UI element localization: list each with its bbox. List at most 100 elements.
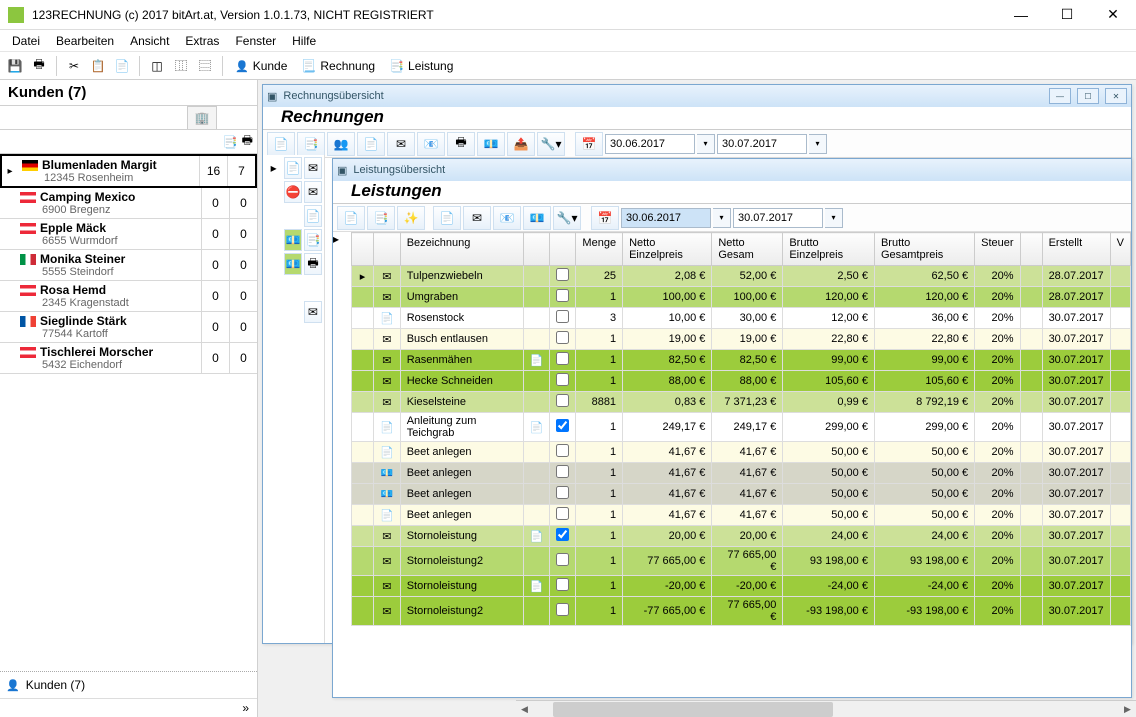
column-header[interactable] [523, 233, 550, 266]
column-header[interactable]: Brutto Einzelpreis [783, 233, 875, 266]
mdi-minimize[interactable]: — [1049, 88, 1071, 104]
customer-tool2-icon[interactable]: 🖶 [242, 131, 253, 152]
column-header[interactable]: Netto Einzelpreis [623, 233, 712, 266]
toolbar-kunde[interactable]: Kunde [229, 59, 293, 73]
table-row[interactable]: Hecke Schneiden188,00 €88,00 €105,60 €10… [352, 371, 1131, 392]
strip-btn[interactable]: ✉ [304, 157, 322, 179]
column-header[interactable]: V [1110, 233, 1130, 266]
row-checkbox[interactable] [556, 373, 569, 386]
tb-btn[interactable]: ✉ [463, 206, 491, 230]
strip-btn[interactable]: ✉ [304, 181, 322, 203]
pane-collapse[interactable]: » [0, 698, 257, 717]
invoice-date-to[interactable] [717, 134, 807, 154]
tb-calendar-icon[interactable]: 📅 [575, 132, 603, 156]
toolbar-rechnung[interactable]: 📃Rechnung [295, 59, 381, 73]
table-row[interactable]: Beet anlegen141,67 €41,67 €50,00 €50,00 … [352, 484, 1131, 505]
cut-icon[interactable]: ✂ [63, 55, 85, 77]
table-row[interactable]: Stornoleistung📄120,00 €20,00 €24,00 €24,… [352, 526, 1131, 547]
table-row[interactable]: Kieselsteine88810,83 €7 371,23 €0,99 €8 … [352, 392, 1131, 413]
column-header[interactable]: Bezeichnung [400, 233, 523, 266]
invoice-date-from[interactable] [605, 134, 695, 154]
date-picker-icon[interactable]: ▾ [697, 134, 715, 154]
customer-row[interactable]: Epple Mäck6655 Wurmdorf00 [0, 219, 257, 250]
column-header[interactable] [374, 233, 401, 266]
horizontal-scrollbar[interactable]: ◀▶ [516, 700, 1136, 717]
tb-wrench-icon[interactable]: 🔧▾ [553, 206, 581, 230]
tb-btn[interactable]: 📧 [417, 132, 445, 156]
print-icon[interactable]: 🖶 [28, 55, 50, 77]
table-row[interactable]: Stornoleistung2177 665,00 €77 665,00 €93… [352, 547, 1131, 576]
row-checkbox[interactable] [556, 352, 569, 365]
customer-row[interactable]: Rosa Hemd2345 Kragenstadt00 [0, 281, 257, 312]
tb-btn[interactable]: 📤 [507, 132, 535, 156]
customer-footer[interactable]: Kunden (7) [0, 671, 257, 698]
minimize-button[interactable]: — [998, 0, 1044, 30]
row-checkbox[interactable] [556, 603, 569, 616]
column-header[interactable]: Erstellt [1042, 233, 1110, 266]
customer-row[interactable]: Tischlerei Morscher5432 Eichendorf00 [0, 343, 257, 374]
service-date-to[interactable] [733, 208, 823, 228]
customer-row[interactable]: Camping Mexico6900 Bregenz00 [0, 188, 257, 219]
tb-btn[interactable]: 💶 [523, 206, 551, 230]
row-checkbox[interactable] [556, 465, 569, 478]
table-row[interactable]: Umgraben1100,00 €100,00 €120,00 €120,00 … [352, 287, 1131, 308]
table-row[interactable]: Beet anlegen141,67 €41,67 €50,00 €50,00 … [352, 505, 1131, 526]
strip-btn[interactable]: ✉ [304, 301, 322, 323]
strip-btn[interactable]: 🖶 [304, 253, 322, 275]
customer-tab[interactable]: 🏢 [187, 106, 217, 129]
column-header[interactable]: Steuer [975, 233, 1020, 266]
save-icon[interactable]: 💾 [4, 55, 26, 77]
close-button[interactable]: ✕ [1090, 0, 1136, 30]
maximize-button[interactable]: ☐ [1044, 0, 1090, 30]
menu-extras[interactable]: Extras [177, 32, 227, 50]
strip-btn[interactable]: 📄 [284, 157, 302, 179]
menu-hilfe[interactable]: Hilfe [284, 32, 324, 50]
table-row[interactable]: Rasenmähen📄182,50 €82,50 €99,00 €99,00 €… [352, 350, 1131, 371]
tb-btn[interactable]: 📑 [297, 132, 325, 156]
layout1-icon[interactable]: ◫ [146, 55, 168, 77]
table-row[interactable]: Beet anlegen141,67 €41,67 €50,00 €50,00 … [352, 463, 1131, 484]
copy-icon[interactable]: 📋 [87, 55, 109, 77]
paste-icon[interactable]: 📄 [111, 55, 133, 77]
row-checkbox[interactable] [556, 507, 569, 520]
delete-icon[interactable]: ⛔ [284, 181, 302, 203]
table-row[interactable]: Stornoleistung📄1-20,00 €-20,00 €-24,00 €… [352, 576, 1131, 597]
row-arrow[interactable]: ▸ [265, 157, 282, 179]
tb-btn[interactable]: 📧 [493, 206, 521, 230]
table-row[interactable]: Anleitung zum Teichgrab📄1249,17 €249,17 … [352, 413, 1131, 442]
menu-ansicht[interactable]: Ansicht [122, 32, 177, 50]
tb-wrench-icon[interactable]: 🔧▾ [537, 132, 565, 156]
layout2-icon[interactable]: ⿲ [170, 55, 192, 77]
row-checkbox[interactable] [556, 419, 569, 432]
customer-tool1-icon[interactable]: 📑 [223, 135, 238, 149]
column-header[interactable]: Menge [576, 233, 623, 266]
tb-wand-icon[interactable]: ✨ [397, 206, 425, 230]
service-date-from[interactable] [621, 208, 711, 228]
tb-btn[interactable]: ✉ [387, 132, 415, 156]
strip-btn[interactable]: 📄 [304, 205, 322, 227]
strip-btn[interactable]: 📑 [304, 229, 322, 251]
menu-fenster[interactable]: Fenster [227, 32, 284, 50]
date-picker-icon[interactable]: ▾ [713, 208, 731, 228]
row-checkbox[interactable] [556, 528, 569, 541]
table-row[interactable]: Beet anlegen141,67 €41,67 €50,00 €50,00 … [352, 442, 1131, 463]
row-checkbox[interactable] [556, 289, 569, 302]
row-selector[interactable]: ▸ [333, 232, 351, 246]
toolbar-leistung[interactable]: 📑Leistung [383, 59, 459, 73]
menu-datei[interactable]: Datei [4, 32, 48, 50]
row-checkbox[interactable] [556, 331, 569, 344]
column-header[interactable]: Brutto Gesamtpreis [874, 233, 974, 266]
customer-row[interactable]: Monika Steiner5555 Steindorf00 [0, 250, 257, 281]
customer-row[interactable]: ▸Blumenladen Margit12345 Rosenheim167 [0, 154, 257, 188]
row-checkbox[interactable] [556, 394, 569, 407]
row-checkbox[interactable] [556, 310, 569, 323]
customer-row[interactable]: Sieglinde Stärk77544 Kartoff00 [0, 312, 257, 343]
table-row[interactable]: Stornoleistung21-77 665,00 €77 665,00 €-… [352, 597, 1131, 626]
tb-btn[interactable]: 📄 [357, 132, 385, 156]
column-header[interactable] [550, 233, 576, 266]
tb-btn[interactable]: 💶 [477, 132, 505, 156]
mdi-maximize[interactable]: ☐ [1077, 88, 1099, 104]
column-header[interactable] [352, 233, 374, 266]
tb-btn[interactable]: 📄 [433, 206, 461, 230]
column-header[interactable] [1020, 233, 1042, 266]
